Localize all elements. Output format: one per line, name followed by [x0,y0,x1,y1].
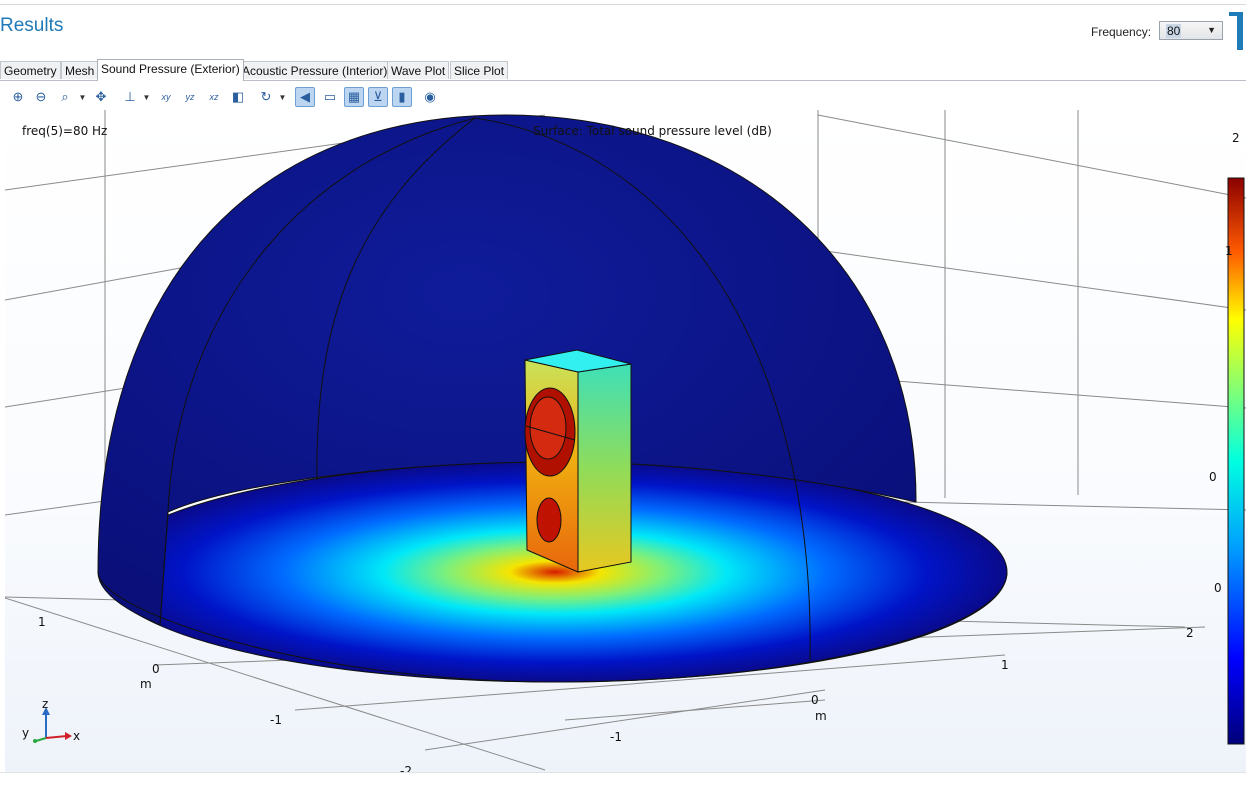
bottom-panel-edge [0,772,1246,804]
view-axis-icon[interactable]: ⊥ [120,87,140,107]
right-axis-tick-label: 1 [1001,658,1009,672]
reset-rotation-icon[interactable]: ↻ [256,87,276,107]
view-yz-label: yz [185,92,195,102]
graphics-toolbar: ⊕ ⊖ ⌕ ▼ ✥ ⊥ ▼ xy yz xz ◧ ↻ ▼ ◀ ▭ ▦ ⊻ ▮ ◉ [0,84,1246,110]
woofer-cone [529,396,567,460]
view-xz-label: xz [209,92,219,102]
frequency-value: 80 [1166,24,1182,38]
port-opening [536,497,562,543]
view-yz-icon[interactable]: yz [180,87,200,107]
tab-geometry[interactable]: Geometry [0,61,61,79]
grid-icon[interactable]: ▦ [344,87,364,107]
3d-scene: 2 1 0 0 1 0 -1 -2 2 1 0 -1 m m z x y [5,110,1246,772]
vertical-tick-label: 0 [1214,581,1222,595]
left-axis-tick-label: -1 [270,713,282,727]
zoom-box-dropdown-icon[interactable]: ▼ [78,87,87,107]
frequency-annotation: freq(5)=80 Hz [22,124,108,138]
tab-mesh[interactable]: Mesh [61,61,99,79]
frequency-select[interactable]: 80 ▼ [1159,21,1223,40]
frequency-label: Frequency: [1091,25,1152,39]
speaker-side-face [577,363,632,573]
page-title: Results [0,15,64,36]
view-xy-label: xy [161,92,171,102]
tab-acoustic-pressure-interior[interactable]: Acoustic Pressure (Interior) [238,61,392,79]
scene-light-icon[interactable]: ◧ [228,87,248,107]
axis-orientation-icon[interactable]: ⊻ [368,87,388,107]
snapshot-icon[interactable]: ◉ [420,87,440,107]
tab-sound-pressure-exterior[interactable]: Sound Pressure (Exterior) [97,59,244,81]
transparency-icon[interactable]: ◀ [295,87,315,107]
axis-label-z: z [42,697,48,711]
vertical-tick-label: 0 [1209,470,1217,484]
zoom-extents-icon[interactable]: ✥ [91,87,111,107]
window-top-edge [0,0,1246,5]
axis-label-x: x [73,729,80,743]
zoom-box-icon[interactable]: ⌕ [55,87,75,107]
view-xz-icon[interactable]: xz [204,87,224,107]
left-axis-tick-label: -2 [400,764,412,772]
right-axis-tick-label: -1 [610,730,622,744]
vertical-tick-label: 1 [1225,244,1233,258]
color-legend-bar [1227,177,1245,745]
axis-unit-label: m [815,709,827,723]
tab-slice-plot[interactable]: Slice Plot [450,61,509,79]
wireframe-icon[interactable]: ▭ [320,87,340,107]
right-axis-tick-label: 0 [811,693,819,707]
view-xy-icon[interactable]: xy [156,87,176,107]
axis-triad: z x y [22,697,80,743]
left-axis-tick-label: 0 [152,662,160,676]
zoom-out-icon[interactable]: ⊖ [31,87,51,107]
axis-unit-label: m [140,677,152,691]
color-legend-icon[interactable]: ▮ [392,87,412,107]
right-axis-tick-label: 2 [1186,626,1194,640]
plot-title: Surface: Total sound pressure level (dB) [533,124,772,138]
left-axis-tick-label: 1 [38,615,46,629]
tab-wave-plot[interactable]: Wave Plot [387,61,450,79]
zoom-in-icon[interactable]: ⊕ [8,87,28,107]
graphics-tab-strip: Geometry Mesh Sound Pressure (Exterior) … [0,59,1246,81]
chevron-down-icon: ▼ [1207,25,1216,35]
panel-edge-decoration-bar [1237,12,1243,50]
axis-label-y: y [22,726,29,740]
graphics-viewport[interactable]: 2 1 0 0 1 0 -1 -2 2 1 0 -1 m m z x y fre… [5,110,1246,772]
rotation-dropdown-icon[interactable]: ▼ [278,87,287,107]
view-dropdown-icon[interactable]: ▼ [142,87,151,107]
vertical-tick-label: 2 [1232,131,1240,145]
